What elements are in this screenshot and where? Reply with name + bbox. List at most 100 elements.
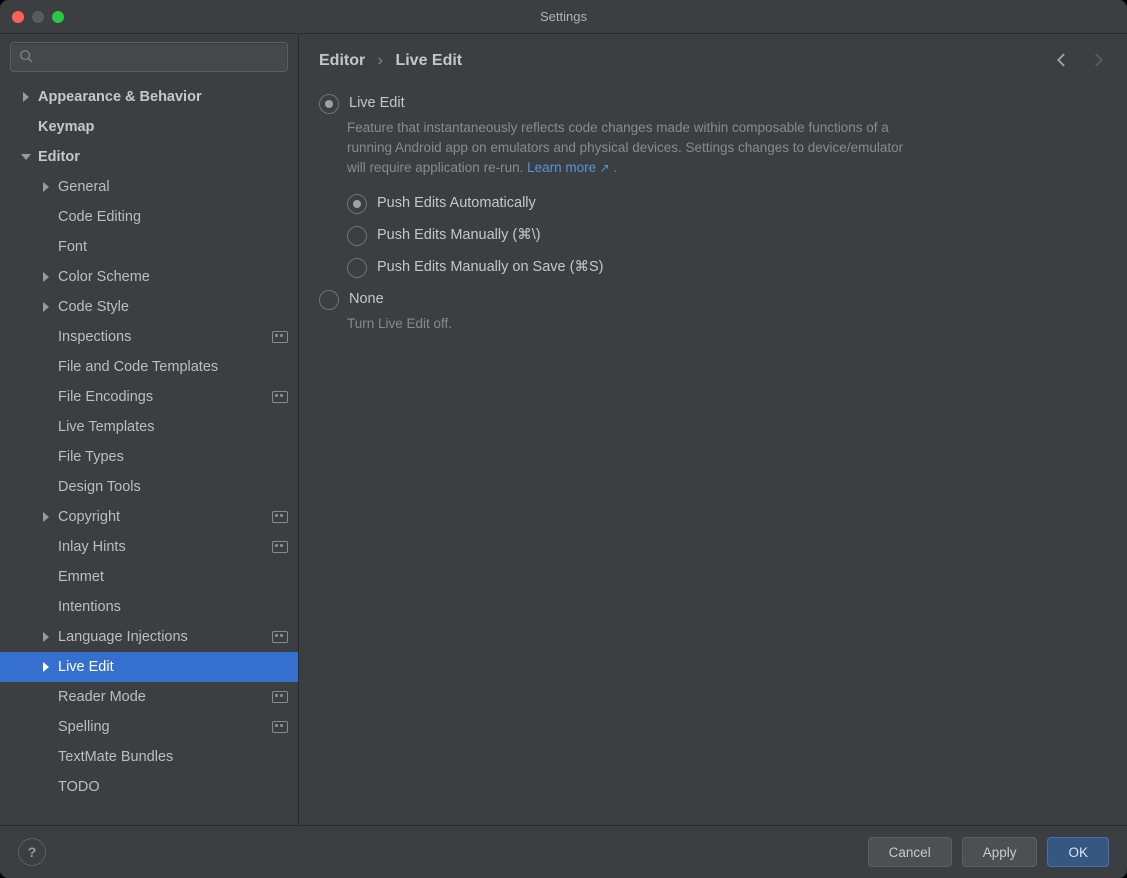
chevron-right-icon [40, 721, 52, 733]
window-body: Appearance & Behavior Keymap Editor General… [0, 34, 1127, 825]
sidebar-item-design-tools[interactable]: Design Tools [0, 472, 298, 502]
breadcrumb-current: Live Edit [395, 52, 462, 69]
chevron-right-icon [40, 781, 52, 793]
sidebar-item-editor[interactable]: Editor [0, 142, 298, 172]
chevron-right-icon [20, 121, 32, 133]
radio-label: Push Edits Automatically [377, 192, 536, 214]
sidebar-item-label: Code Style [58, 299, 288, 315]
chevron-right-icon [40, 421, 52, 433]
sidebar-item-label: TODO [58, 779, 288, 795]
sidebar-item-label: Font [58, 239, 288, 255]
cancel-button[interactable]: Cancel [868, 837, 952, 867]
radio-icon [347, 258, 367, 278]
project-level-badge-icon [272, 541, 288, 553]
sidebar-item-label: Emmet [58, 569, 288, 585]
project-level-badge-icon [272, 391, 288, 403]
project-level-badge-icon [272, 631, 288, 643]
sidebar-item-intentions[interactable]: Intentions [0, 592, 298, 622]
sidebar-item-inspections[interactable]: Inspections [0, 322, 298, 352]
radio-live-edit[interactable]: Live Edit [319, 92, 1087, 114]
push-mode-group: Push Edits Automatically Push Edits Manua… [347, 192, 1087, 278]
breadcrumb-parent[interactable]: Editor [319, 52, 365, 69]
chevron-right-icon [40, 571, 52, 583]
radio-label: Push Edits Manually (⌘\) [377, 224, 541, 246]
sidebar-item-label: General [58, 179, 288, 195]
chevron-right-icon [40, 631, 52, 643]
footer: ? Cancel Apply OK [0, 825, 1127, 878]
settings-content: Live Edit Feature that instantaneously r… [299, 88, 1127, 825]
sidebar-item-live-templates[interactable]: Live Templates [0, 412, 298, 442]
search-field[interactable] [10, 42, 288, 72]
radio-icon [319, 290, 339, 310]
titlebar: Settings [0, 0, 1127, 34]
sidebar-item-general[interactable]: General [0, 172, 298, 202]
chevron-right-icon [40, 241, 52, 253]
project-level-badge-icon [272, 721, 288, 733]
chevron-right-icon [40, 511, 52, 523]
ok-button[interactable]: OK [1047, 837, 1109, 867]
chevron-right-icon [40, 691, 52, 703]
sidebar-item-file-types[interactable]: File Types [0, 442, 298, 472]
chevron-right-icon [40, 211, 52, 223]
sidebar-item-live-edit[interactable]: Live Edit [0, 652, 298, 682]
sidebar-item-label: Intentions [58, 599, 288, 615]
radio-push-mode-1[interactable]: Push Edits Manually (⌘\) [347, 224, 1087, 246]
learn-more-link[interactable]: Learn more [527, 160, 609, 175]
window-title: Settings [0, 9, 1127, 24]
sidebar-item-label: Design Tools [58, 479, 288, 495]
sidebar-item-keymap[interactable]: Keymap [0, 112, 298, 142]
project-level-badge-icon [272, 691, 288, 703]
chevron-right-icon [40, 391, 52, 403]
sidebar: Appearance & Behavior Keymap Editor General… [0, 34, 299, 825]
none-description: Turn Live Edit off. [347, 314, 907, 334]
radio-label: None [349, 288, 384, 310]
sidebar-item-textmate-bundles[interactable]: TextMate Bundles [0, 742, 298, 772]
sidebar-item-copyright[interactable]: Copyright [0, 502, 298, 532]
chevron-right-icon [40, 751, 52, 763]
sidebar-item-code-style[interactable]: Code Style [0, 292, 298, 322]
sidebar-item-language-injections[interactable]: Language Injections [0, 622, 298, 652]
back-button[interactable] [1053, 51, 1071, 72]
sidebar-item-label: TextMate Bundles [58, 749, 288, 765]
live-edit-description: Feature that instantaneously reflects co… [347, 118, 907, 178]
sidebar-item-reader-mode[interactable]: Reader Mode [0, 682, 298, 712]
sidebar-item-label: Inlay Hints [58, 539, 266, 555]
chevron-right-icon [40, 331, 52, 343]
chevron-down-icon [20, 151, 32, 163]
radio-push-mode-2[interactable]: Push Edits Manually on Save (⌘S) [347, 256, 1087, 278]
breadcrumb: Editor › Live Edit [319, 52, 462, 70]
sidebar-item-label: Copyright [58, 509, 266, 525]
sidebar-item-inlay-hints[interactable]: Inlay Hints [0, 532, 298, 562]
chevron-right-icon [40, 451, 52, 463]
chevron-right-icon [40, 181, 52, 193]
settings-tree[interactable]: Appearance & Behavior Keymap Editor General… [0, 82, 298, 825]
sidebar-item-appearance-behavior[interactable]: Appearance & Behavior [0, 82, 298, 112]
sidebar-item-label: Editor [38, 149, 288, 165]
sidebar-item-file-and-code-templates[interactable]: File and Code Templates [0, 352, 298, 382]
radio-push-mode-0[interactable]: Push Edits Automatically [347, 192, 1087, 214]
sidebar-item-file-encodings[interactable]: File Encodings [0, 382, 298, 412]
sidebar-item-label: Keymap [38, 119, 288, 135]
sidebar-item-label: File Encodings [58, 389, 266, 405]
sidebar-item-emmet[interactable]: Emmet [0, 562, 298, 592]
chevron-right-icon [20, 91, 32, 103]
chevron-right-icon [40, 481, 52, 493]
breadcrumb-separator: › [378, 52, 383, 69]
sidebar-item-todo[interactable]: TODO [0, 772, 298, 802]
sidebar-item-font[interactable]: Font [0, 232, 298, 262]
sidebar-item-label: File Types [58, 449, 288, 465]
settings-window: Settings Appearance & Behavior Keymap Edit… [0, 0, 1127, 878]
sidebar-item-code-editing[interactable]: Code Editing [0, 202, 298, 232]
apply-button[interactable]: Apply [962, 837, 1038, 867]
help-button[interactable]: ? [18, 838, 46, 866]
radio-icon [347, 226, 367, 246]
radio-none[interactable]: None [319, 288, 1087, 310]
main-panel: Editor › Live Edit Live Edit Feature tha… [299, 34, 1127, 825]
sidebar-item-label: Reader Mode [58, 689, 266, 705]
sidebar-item-spelling[interactable]: Spelling [0, 712, 298, 742]
main-header: Editor › Live Edit [299, 34, 1127, 88]
chevron-right-icon [40, 361, 52, 373]
chevron-right-icon [40, 661, 52, 673]
search-input[interactable] [39, 49, 279, 66]
sidebar-item-color-scheme[interactable]: Color Scheme [0, 262, 298, 292]
